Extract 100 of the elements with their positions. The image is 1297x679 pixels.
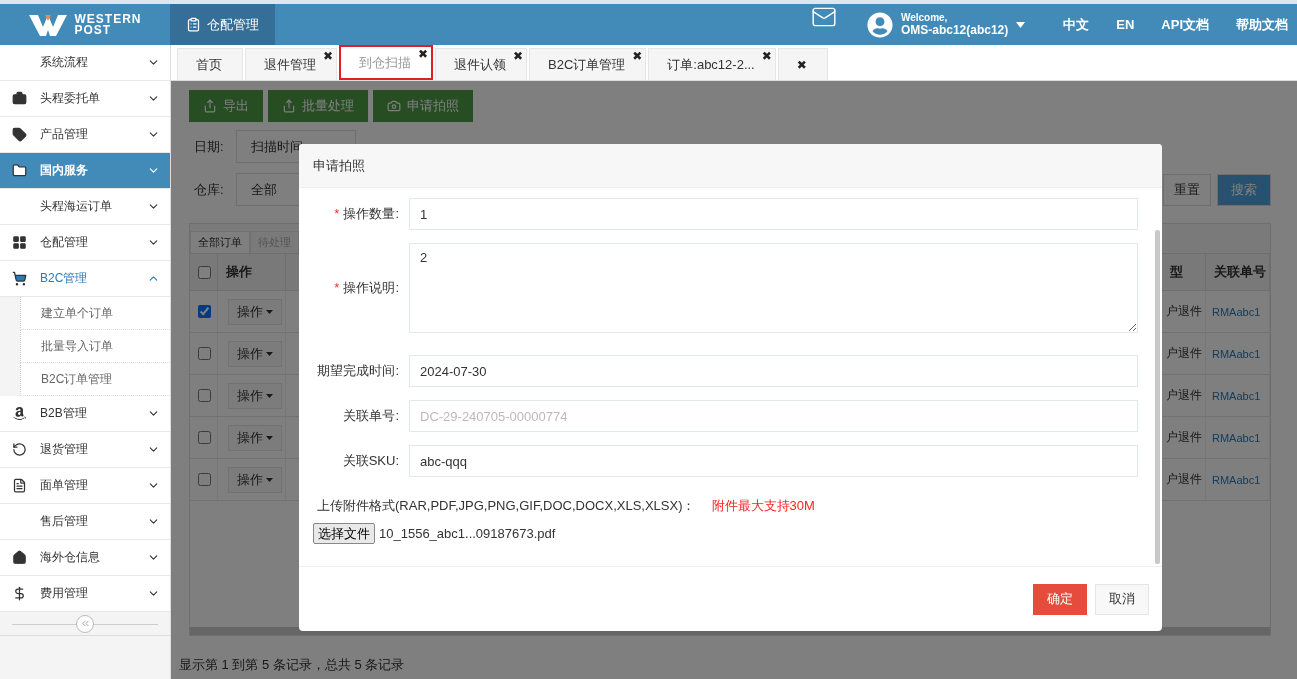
letter-a-icon: [11, 406, 27, 421]
table-cell: 户退件: [1166, 303, 1202, 320]
close-icon[interactable]: ✖: [632, 49, 643, 63]
column-header: 关联单号: [1214, 263, 1266, 281]
clipboard-icon: [186, 17, 201, 32]
avatar-icon: [866, 11, 893, 38]
logo-text: WESTERN: [74, 13, 142, 25]
close-all-tab[interactable]: ✖: [777, 48, 828, 80]
upload-label: 上传附件格式(RAR,PDF,JPG,PNG,GIF,DOC,DOCX,XLS,XLSX)：: [317, 497, 696, 515]
checkbox[interactable]: [198, 389, 211, 402]
sidebar-item[interactable]: B2C管理: [0, 261, 170, 297]
input-field[interactable]: 2024-07-30: [409, 355, 1138, 387]
close-icon[interactable]: ✖: [417, 47, 428, 61]
undo-icon: [11, 442, 27, 457]
sidebar-item[interactable]: 退货管理: [0, 432, 170, 468]
page-tab[interactable]: 退件认领 ✖: [435, 48, 527, 80]
briefcase-icon: [11, 91, 27, 106]
caret-icon: [266, 309, 273, 314]
dialog-title: 申请拍照: [299, 144, 1162, 188]
sidebar-subitem[interactable]: 建立单个订单: [20, 297, 170, 330]
confirm-button[interactable]: 确定: [1033, 583, 1087, 615]
action-dropdown[interactable]: 操作: [228, 340, 282, 367]
close-icon[interactable]: ✖: [322, 49, 333, 63]
sidebar-item[interactable]: 费用管理: [0, 576, 170, 612]
input-field[interactable]: DC-29-240705-00000774: [409, 400, 1138, 432]
table-cell: 户退件: [1166, 345, 1202, 362]
sidebar-item[interactable]: B2B管理: [0, 396, 170, 432]
sidebar-item[interactable]: 系统流程: [0, 45, 170, 81]
field-label: 关联SKU:: [341, 452, 400, 470]
checkbox[interactable]: [198, 347, 211, 360]
sidebar-item[interactable]: 国内服务: [0, 153, 170, 189]
caret-icon: [266, 477, 273, 482]
page-tab[interactable]: B2C订单管理 ✖: [529, 48, 647, 80]
checkbox[interactable]: [198, 305, 211, 318]
page-tab[interactable]: 退件管理 ✖: [245, 48, 337, 80]
field-label: 关联单号:: [342, 407, 400, 425]
header-link[interactable]: 中文: [1045, 4, 1099, 45]
logo-icon: [28, 12, 67, 37]
sidebar-subitem[interactable]: B2C订单管理: [20, 363, 170, 396]
sidebar-item[interactable]: 海外仓信息: [0, 540, 170, 576]
column-header: 操作: [226, 263, 252, 281]
folder-icon: [11, 163, 27, 178]
header-link[interactable]: EN: [1098, 4, 1144, 45]
document-icon: [11, 478, 27, 493]
action-dropdown[interactable]: 操作: [228, 424, 282, 451]
table-cell: 户退件: [1166, 429, 1202, 446]
caret-icon: [266, 435, 273, 440]
user-name[interactable]: OMS-abc12(abc12): [900, 23, 1009, 37]
checkbox[interactable]: [198, 431, 211, 444]
input-field[interactable]: abc-qqq: [409, 445, 1138, 477]
field-label: 仓库:: [194, 180, 224, 199]
reset-button[interactable]: 重置: [1163, 173, 1211, 206]
welcome-text: Welcome,: [900, 12, 949, 23]
sidebar-subitem[interactable]: 批量导入订单: [20, 330, 170, 363]
page-tab[interactable]: 首页: [177, 48, 243, 80]
action-dropdown[interactable]: 操作: [228, 298, 282, 325]
file-name: 10_1556_abc1...09187673.pdf: [379, 526, 556, 541]
header-link[interactable]: API文档: [1143, 4, 1218, 45]
collapse-button[interactable]: [76, 614, 94, 633]
description-field[interactable]: 2: [409, 243, 1138, 333]
input-field[interactable]: 1: [409, 198, 1138, 230]
cancel-button[interactable]: 取消: [1095, 583, 1149, 615]
sidebar-item[interactable]: 售后管理: [0, 504, 170, 540]
table-tab[interactable]: 全部订单: [190, 231, 250, 253]
sidebar-item[interactable]: 产品管理: [0, 117, 170, 153]
grid-icon: [11, 235, 27, 250]
sidebar-item[interactable]: 头程委托单: [0, 81, 170, 117]
column-header: 型: [1170, 263, 1183, 281]
table-cell: 户退件: [1166, 387, 1202, 404]
checkbox[interactable]: [198, 473, 211, 486]
field-label: 日期:: [194, 137, 224, 156]
caret-icon: [266, 351, 273, 356]
header-link[interactable]: 帮助文档: [1218, 4, 1297, 45]
page-tab[interactable]: 到仓扫描 ✖: [339, 45, 433, 80]
action-dropdown[interactable]: 操作: [228, 382, 282, 409]
action-dropdown[interactable]: 操作: [228, 466, 282, 493]
checkbox[interactable]: [198, 265, 211, 279]
close-icon[interactable]: ✖: [761, 49, 772, 63]
field-label: * 操作数量:: [333, 205, 400, 223]
logo-text: POST: [74, 24, 112, 36]
close-icon[interactable]: ✖: [512, 49, 523, 63]
tag-icon: [11, 127, 27, 142]
upload-note: 附件最大支持30M: [711, 497, 815, 515]
house-icon: [11, 550, 27, 565]
share-icon: [282, 99, 296, 113]
camera-icon: [387, 99, 401, 113]
sidebar-item[interactable]: 头程海运订单: [0, 189, 170, 225]
field-label: * 操作说明:: [333, 279, 400, 297]
table-cell: 户退件: [1166, 471, 1202, 488]
module-tab[interactable]: 仓配管理: [170, 4, 275, 45]
sidebar-item[interactable]: 面单管理: [0, 468, 170, 504]
choose-file-button[interactable]: 选择文件: [313, 523, 375, 544]
double-chevron-icon: [79, 618, 91, 629]
share-icon: [203, 99, 217, 113]
field-label: 期望完成时间:: [316, 362, 400, 380]
sidebar-item[interactable]: 仓配管理: [0, 225, 170, 261]
caret-icon[interactable]: [1016, 21, 1026, 28]
caret-icon: [266, 393, 273, 398]
page-tab[interactable]: 订单:abc12-2... ✖: [648, 48, 776, 80]
cart-icon: [11, 271, 27, 286]
